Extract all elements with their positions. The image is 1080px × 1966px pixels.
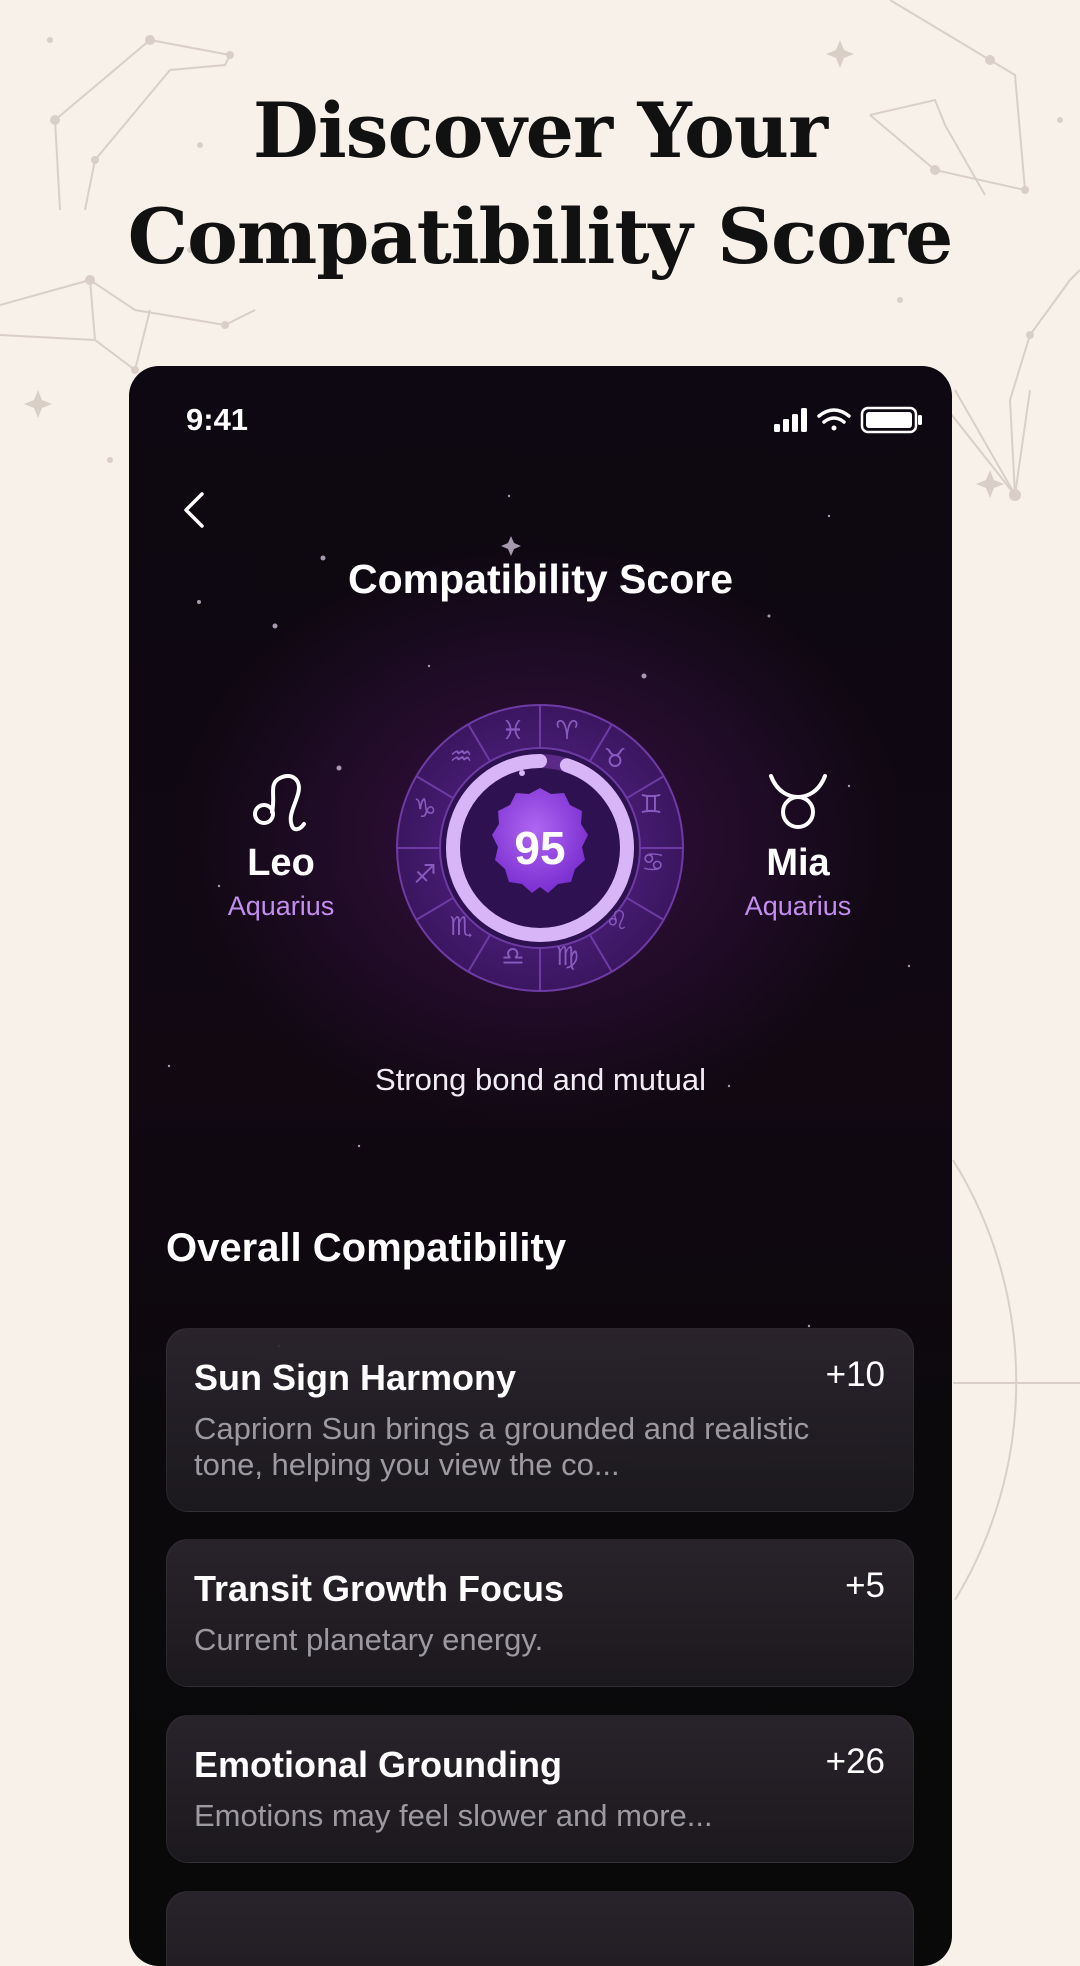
headline-line-2: Compatibility Score [127,192,954,281]
headline-line-1: Discover Your [252,86,828,175]
marketing-headline: Discover Your Compatibility Score [0,78,1080,290]
item-points: +5 [845,1566,885,1605]
status-icons [774,406,922,434]
item-description: Emotions may feel slower and more... [194,1798,713,1833]
item-title: Emotional Grounding [194,1744,562,1785]
status-time: 9:41 [186,402,249,437]
compatibility-item-card[interactable]: Transit Growth Focus +5 Current planetar… [166,1539,914,1687]
compatibility-item-card[interactable]: Sun Sign Harmony +10 Capriorn Sun brings… [166,1328,914,1512]
compatibility-item-card[interactable]: Emotional Grounding +26 Emotions may fee… [166,1715,914,1863]
back-chevron-icon[interactable] [174,488,218,532]
partner-left: Leo Aquarius [181,766,381,922]
item-points: +10 [825,1355,885,1394]
taurus-icon [769,774,827,829]
item-description: Capriorn Sun brings a grounded and reali… [194,1411,810,1482]
item-title: Sun Sign Harmony [194,1357,517,1398]
battery-icon [860,406,922,434]
wifi-icon [817,408,851,431]
overall-compatibility-title: Overall Compatibility [166,1226,567,1270]
page-title: Compatibility Score [347,556,733,602]
score-tagline: Strong bond and mutual [375,1062,706,1097]
phone-screen: 9:41 Compatibility Score Leo Aquarius Mi… [129,366,952,1966]
partner-right: Mia Aquarius [698,766,898,922]
item-title: Transit Growth Focus [194,1568,565,1609]
score-value: 95 [514,822,566,874]
leo-icon [253,774,306,832]
item-description: Current planetary energy. [194,1622,544,1657]
cellular-signal-icon [774,408,807,432]
partner-right-sign: Aquarius [744,891,852,921]
partner-right-name: Mia [766,842,830,884]
compatibility-item-card[interactable] [166,1891,914,1966]
partner-left-name: Leo [247,842,315,884]
item-points: +26 [825,1742,885,1781]
partner-left-sign: Aquarius [227,891,335,921]
